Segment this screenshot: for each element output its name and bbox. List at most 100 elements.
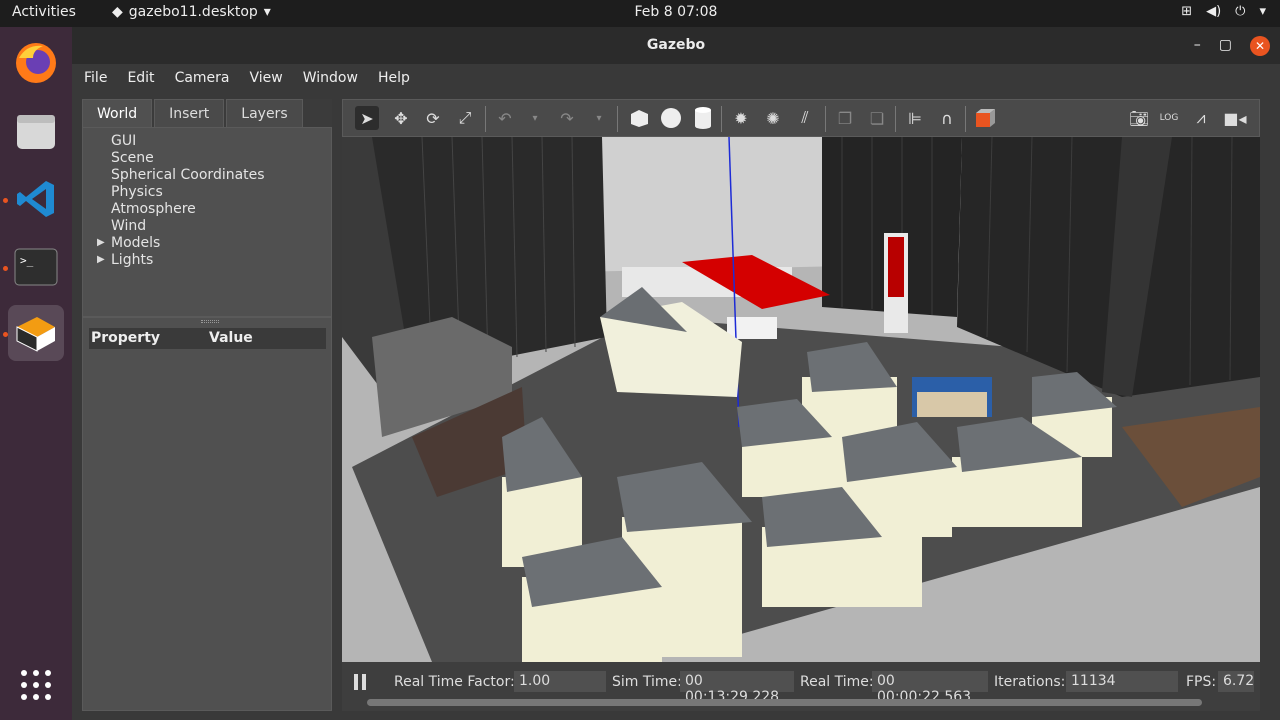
menu-edit[interactable]: Edit (127, 70, 154, 86)
chevron-down-icon: ▾ (596, 112, 602, 124)
menu-window[interactable]: Window (303, 70, 358, 86)
property-column-header[interactable]: Property (91, 330, 160, 346)
svg-text:>_: >_ (20, 254, 34, 267)
files-launcher[interactable] (8, 103, 64, 159)
tree-item-models-label: Models (111, 235, 161, 251)
menu-bar: File Edit Camera View Window Help (72, 64, 1280, 91)
copy-button[interactable]: ❐ (833, 106, 857, 130)
redo-button[interactable]: ↷ (555, 106, 579, 130)
camera-icon: 📷︎ (1128, 108, 1150, 128)
expand-arrow-icon[interactable]: ▶ (97, 254, 105, 265)
tree-item-spherical-coordinates[interactable]: Spherical Coordinates (111, 167, 265, 184)
terminal-launcher[interactable]: >_ (8, 239, 64, 295)
tree-item-physics[interactable]: Physics (111, 184, 163, 201)
magnet-icon: ∩ (941, 108, 953, 128)
clock[interactable]: Feb 8 07:08 (0, 4, 1280, 20)
property-header: Property Value (89, 328, 326, 349)
tree-item-scene[interactable]: Scene (111, 150, 154, 167)
horizontal-scrollbar[interactable] (367, 699, 1202, 706)
sim-time-value: 00 00:13:29.228 (680, 671, 794, 705)
tree-item-lights-label: Lights (111, 252, 154, 268)
undo-history-button[interactable]: ▾ (523, 106, 547, 130)
toolbar: ➤ ✥ ⟳ ⤢ ↶ ▾ ↷ ▾ ✹ ✺ ⫽ ❐ ❏ ⊫ ∩ 📷︎ LOG ⩘ ■… (342, 99, 1260, 137)
screenshot-button[interactable]: 📷︎ (1127, 106, 1151, 130)
menu-view[interactable]: View (250, 70, 283, 86)
property-panel: Property Value (82, 317, 332, 711)
menu-camera[interactable]: Camera (175, 70, 230, 86)
network-icon: ⊞ (1181, 4, 1193, 19)
box-icon (631, 110, 648, 127)
pause-icon (354, 674, 358, 690)
plot-button[interactable]: ⩘ (1189, 106, 1213, 130)
gazebo-icon (16, 317, 55, 352)
sim-time-label: Sim Time: (612, 674, 682, 690)
tree-item-models[interactable]: ▶ Models (97, 235, 161, 252)
tree-item-atmosphere[interactable]: Atmosphere (111, 201, 196, 218)
top-bar: Activities ◆ gazebo11.desktop ▾ Feb 8 07… (0, 0, 1280, 27)
box-shape-button[interactable] (627, 106, 651, 130)
firefox-launcher[interactable] (8, 35, 64, 91)
toolbar-separator (617, 106, 618, 132)
3d-viewport[interactable] (342, 137, 1260, 662)
sun-icon: ✹ (734, 108, 748, 128)
view-angle-button[interactable] (973, 106, 997, 130)
gazebo-launcher[interactable] (8, 305, 64, 361)
cylinder-shape-button[interactable] (691, 106, 715, 130)
sphere-shape-button[interactable] (659, 106, 683, 130)
tab-layers[interactable]: Layers (226, 99, 303, 127)
chevron-down-icon: ▾ (1259, 4, 1266, 19)
rtf-label: Real Time Factor: (394, 674, 515, 690)
show-apps-button[interactable] (8, 657, 64, 713)
real-time-label: Real Time: (800, 674, 874, 690)
fps-value: 6.72 (1218, 671, 1254, 692)
directional-light-button[interactable]: ⫽ (793, 106, 817, 130)
system-tray[interactable]: ⊞ ◀) ⏻ ▾ (1181, 4, 1266, 19)
rotate-icon: ⟳ (426, 108, 440, 128)
expand-arrow-icon[interactable]: ▶ (97, 237, 105, 248)
undo-button[interactable]: ↶ (493, 106, 517, 130)
tab-world[interactable]: World (82, 99, 153, 127)
select-mode-button[interactable]: ➤ (355, 106, 379, 130)
pause-button[interactable] (354, 674, 368, 690)
translate-mode-button[interactable]: ✥ (389, 106, 413, 130)
snap-button[interactable]: ∩ (935, 106, 959, 130)
iterations-value: 11134 (1066, 671, 1178, 692)
vscode-launcher[interactable] (8, 171, 64, 227)
redo-history-button[interactable]: ▾ (587, 106, 611, 130)
tree-item-wind[interactable]: Wind (111, 218, 146, 235)
splitter-handle[interactable] (201, 320, 219, 323)
tab-insert[interactable]: Insert (154, 99, 225, 127)
point-light-button[interactable]: ✹ (729, 106, 753, 130)
vscode-icon (17, 181, 54, 217)
paste-button[interactable]: ❏ (865, 106, 889, 130)
close-button[interactable]: ✕ (1250, 35, 1270, 56)
align-button[interactable]: ⊫ (903, 106, 927, 130)
log-button[interactable]: LOG (1157, 106, 1181, 130)
menu-file[interactable]: File (84, 70, 107, 86)
rotate-mode-button[interactable]: ⟳ (421, 106, 445, 130)
value-column-header[interactable]: Value (209, 330, 253, 346)
scene-render (342, 137, 1260, 662)
title-bar[interactable]: Gazebo – ▢ ✕ (72, 27, 1280, 64)
cylinder-icon (695, 107, 711, 129)
menu-help[interactable]: Help (378, 70, 410, 86)
minimize-button[interactable]: – (1194, 27, 1201, 64)
log-icon: LOG (1159, 113, 1179, 123)
toolbar-separator (485, 106, 486, 132)
spot-light-button[interactable]: ✺ (761, 106, 785, 130)
plot-icon: ⩘ (1196, 108, 1206, 127)
directional-light-icon: ⫽ (801, 108, 809, 127)
scale-mode-button[interactable]: ⤢ (453, 106, 477, 130)
dock: >_ (0, 27, 72, 720)
video-record-button[interactable]: ■◂ (1223, 106, 1247, 130)
tree-item-lights[interactable]: ▶ Lights (97, 252, 154, 269)
world-tree: GUI Scene Spherical Coordinates Physics … (82, 127, 332, 317)
firefox-icon (16, 43, 56, 83)
tree-item-gui[interactable]: GUI (111, 133, 136, 150)
toolbar-separator (965, 106, 966, 132)
copy-icon: ❐ (837, 108, 853, 128)
maximize-button[interactable]: ▢ (1219, 27, 1232, 64)
real-time-value: 00 00:00:22.563 (872, 671, 988, 705)
volume-icon: ◀) (1206, 4, 1222, 19)
window-title: Gazebo (646, 37, 706, 53)
